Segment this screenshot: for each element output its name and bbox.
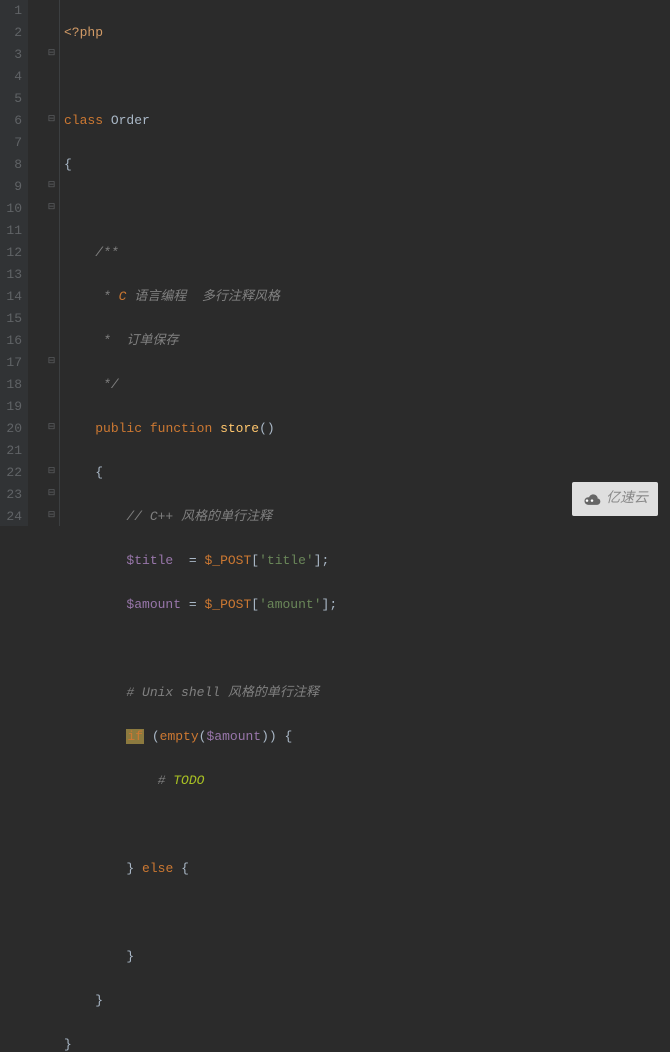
- line-number[interactable]: 14: [0, 286, 22, 308]
- fold-marker-icon[interactable]: ⊟: [47, 180, 56, 189]
- parens: (): [259, 421, 275, 436]
- keyword-empty: empty: [160, 729, 199, 744]
- string-literal: 'title': [259, 553, 314, 568]
- fold-marker-icon[interactable]: ⊟: [47, 202, 56, 211]
- keyword-public: public: [95, 421, 142, 436]
- variable: $amount: [206, 729, 261, 744]
- code-content[interactable]: <?php class Order { /** * C 语言编程 多行注释风格 …: [60, 0, 670, 526]
- line-number[interactable]: 16: [0, 330, 22, 352]
- line-number[interactable]: 17: [0, 352, 22, 374]
- line-number[interactable]: 5: [0, 88, 22, 110]
- line-number[interactable]: 12: [0, 242, 22, 264]
- docblock-line: * C 语言编程 多行注释风格: [95, 289, 280, 304]
- fold-column: ⊟ ⊟ ⊟ ⊟ ⊟ ⊟ ⊟ ⊟ ⊟: [28, 0, 60, 526]
- line-number[interactable]: 15: [0, 308, 22, 330]
- line-number[interactable]: 20: [0, 418, 22, 440]
- line-number[interactable]: 9: [0, 176, 22, 198]
- fold-marker-icon[interactable]: ⊟: [47, 114, 56, 123]
- fold-marker-icon[interactable]: ⊟: [47, 356, 56, 365]
- line-number[interactable]: 10: [0, 198, 22, 220]
- line-comment: # TODO: [158, 773, 205, 788]
- superglobal: $_POST: [204, 553, 251, 568]
- docblock-line: * 订单保存: [95, 333, 178, 348]
- fold-marker-icon[interactable]: ⊟: [47, 488, 56, 497]
- line-number[interactable]: 6: [0, 110, 22, 132]
- brace-close: }: [126, 949, 134, 964]
- function-name: store: [220, 421, 259, 436]
- string-literal: 'amount': [259, 597, 321, 612]
- keyword-if: if: [126, 729, 144, 744]
- brace-close: }: [64, 1037, 72, 1052]
- line-number-gutter: 1 2 3 4 5 6 7 8 9 10 11 12 13 14 15 16 1…: [0, 0, 28, 526]
- line-number[interactable]: 3: [0, 44, 22, 66]
- docblock-close: */: [95, 377, 118, 392]
- line-number[interactable]: 21: [0, 440, 22, 462]
- line-number[interactable]: 4: [0, 66, 22, 88]
- line-number[interactable]: 2: [0, 22, 22, 44]
- line-number[interactable]: 13: [0, 264, 22, 286]
- line-number[interactable]: 19: [0, 396, 22, 418]
- keyword-else: else: [142, 861, 173, 876]
- watermark-text: 亿速云: [606, 488, 648, 510]
- line-number[interactable]: 22: [0, 462, 22, 484]
- docblock-open: /**: [95, 245, 118, 260]
- brace-open: {: [95, 465, 103, 480]
- line-number[interactable]: 8: [0, 154, 22, 176]
- line-number[interactable]: 7: [0, 132, 22, 154]
- fold-marker-icon[interactable]: ⊟: [47, 510, 56, 519]
- line-comment: # Unix shell 风格的单行注释: [126, 685, 318, 700]
- line-number[interactable]: 11: [0, 220, 22, 242]
- class-name: Order: [111, 113, 150, 128]
- watermark: 亿速云: [572, 482, 658, 516]
- fold-marker-icon[interactable]: ⊟: [47, 422, 56, 431]
- variable: $title: [126, 553, 173, 568]
- brace-open: {: [64, 157, 72, 172]
- brace-close: }: [95, 993, 103, 1008]
- fold-marker-icon[interactable]: ⊟: [47, 466, 56, 475]
- fold-marker-icon[interactable]: ⊟: [47, 48, 56, 57]
- keyword-function: function: [150, 421, 212, 436]
- php-open-tag: <?php: [64, 25, 103, 40]
- line-comment: // C++ 风格的单行注释: [126, 509, 272, 524]
- code-editor: 1 2 3 4 5 6 7 8 9 10 11 12 13 14 15 16 1…: [0, 0, 670, 526]
- line-number[interactable]: 1: [0, 0, 22, 22]
- line-number[interactable]: 23: [0, 484, 22, 506]
- line-number[interactable]: 18: [0, 374, 22, 396]
- variable: $amount: [126, 597, 181, 612]
- line-number[interactable]: 24: [0, 506, 22, 528]
- cloud-icon: [582, 492, 602, 506]
- keyword-class: class: [64, 113, 103, 128]
- todo-marker: TODO: [173, 773, 204, 788]
- superglobal: $_POST: [204, 597, 251, 612]
